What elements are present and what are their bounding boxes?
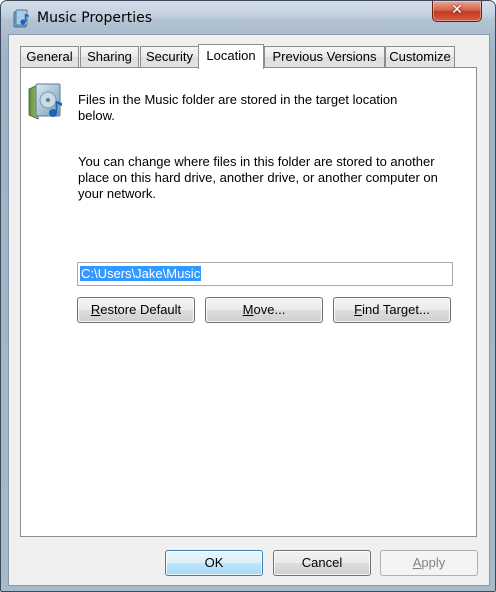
move-button[interactable]: Move...	[205, 297, 323, 323]
window-title: Music Properties	[37, 10, 153, 26]
music-folder-icon	[13, 9, 29, 28]
access-key: R	[90, 302, 101, 317]
tab-general[interactable]: General	[20, 46, 79, 67]
close-icon: ✕	[451, 2, 463, 18]
music-folder-icon	[28, 83, 62, 120]
close-button[interactable]: ✕	[432, 1, 482, 22]
location-tab-panel: Files in the Music folder are stored in …	[20, 67, 477, 537]
dialog-client-area: General Sharing Security Location Previo…	[8, 34, 490, 586]
access-key: F	[354, 302, 363, 317]
apply-button[interactable]: Apply	[380, 550, 478, 576]
tab-sharing[interactable]: Sharing	[80, 46, 139, 67]
properties-window: Music Properties ✕ General Sharing Secur…	[0, 0, 496, 592]
target-path-input[interactable]: C:\Users\Jake\Music	[77, 262, 453, 286]
tab-customize[interactable]: Customize	[385, 46, 455, 67]
tab-location[interactable]: Location	[198, 44, 264, 69]
tab-security[interactable]: Security	[140, 46, 199, 67]
location-description: Files in the Music folder are stored in …	[78, 92, 398, 123]
tab-previous-versions[interactable]: Previous Versions	[264, 46, 385, 67]
find-target-button[interactable]: Find Target...	[333, 297, 451, 323]
cancel-button[interactable]: Cancel	[273, 550, 371, 576]
restore-default-button[interactable]: Restore Default	[77, 297, 195, 323]
access-key: M	[242, 302, 254, 317]
location-change-hint: You can change where files in this folde…	[78, 154, 438, 201]
target-path-value: C:\Users\Jake\Music	[80, 266, 202, 281]
ok-button[interactable]: OK	[165, 550, 263, 576]
title-bar[interactable]: Music Properties ✕	[1, 1, 495, 35]
